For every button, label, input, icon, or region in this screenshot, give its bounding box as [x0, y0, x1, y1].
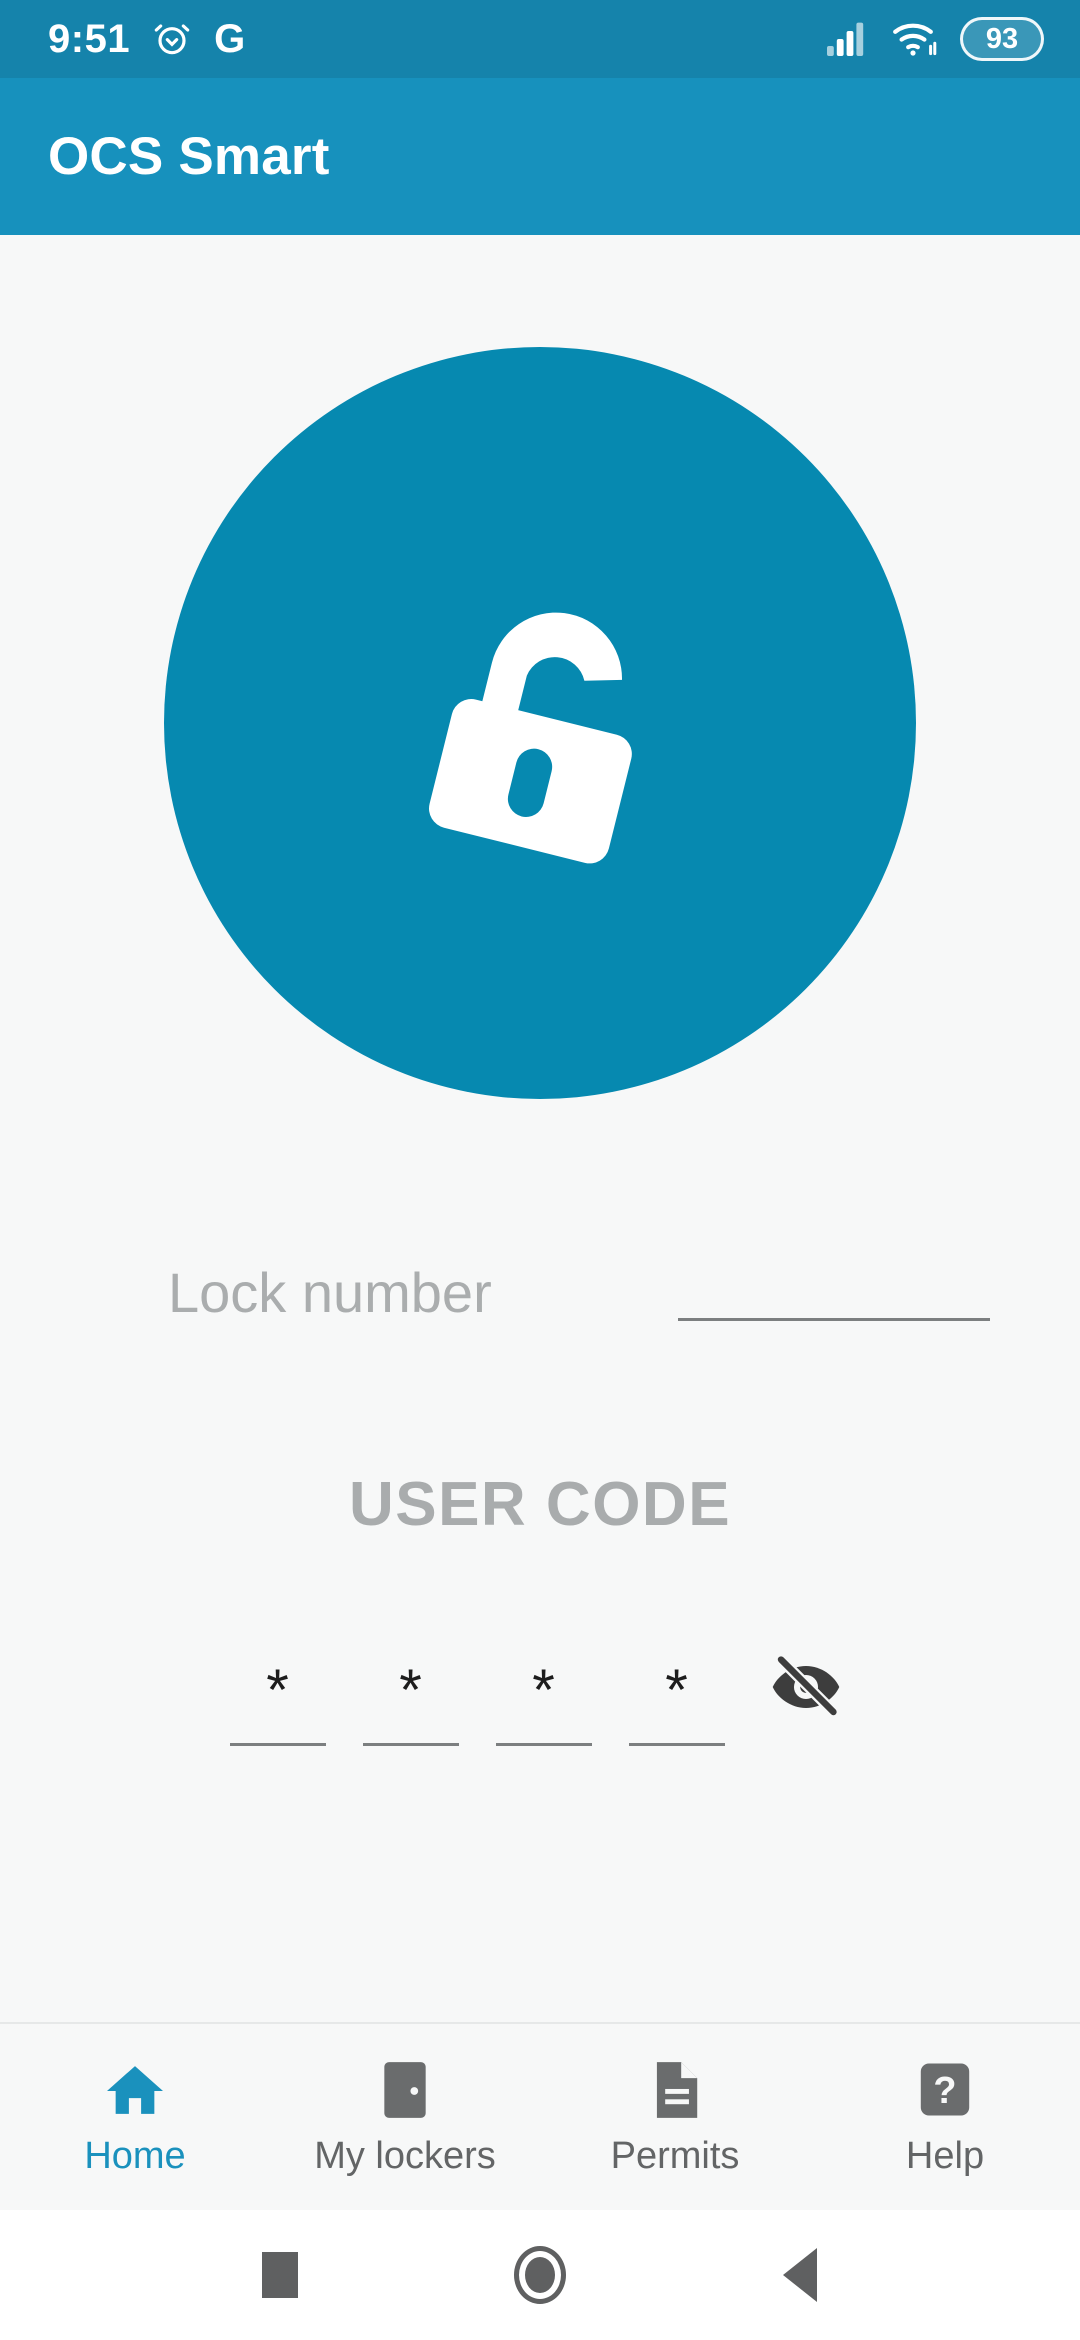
code-digit-4-char: *	[665, 1657, 688, 1723]
android-system-navigation	[0, 2210, 1080, 2340]
status-time: 9:51	[48, 17, 131, 61]
user-code-row: * * * *	[211, 1650, 869, 1746]
nav-item-help[interactable]: ? Help	[810, 2024, 1080, 2210]
eye-off-icon[interactable]	[743, 1650, 869, 1746]
phone-screen: 9:51 G 93 OCS Smart Lock number USER COD…	[0, 0, 1080, 2340]
back-button[interactable]	[740, 2215, 860, 2335]
code-digit-3[interactable]: *	[477, 1657, 610, 1746]
battery-indicator: 93	[960, 17, 1044, 61]
triangle-back-icon	[783, 2248, 817, 2302]
bottom-navigation: Home My lockers Permits ? Help	[0, 2022, 1080, 2210]
code-digit-2[interactable]: *	[344, 1657, 477, 1746]
lock-number-row: Lock number	[0, 1259, 1080, 1321]
status-bar: 9:51 G 93	[0, 0, 1080, 78]
google-icon: G	[214, 17, 246, 61]
code-digit-3-char: *	[532, 1657, 555, 1723]
document-icon	[648, 2059, 702, 2121]
nav-item-permits[interactable]: Permits	[540, 2024, 810, 2210]
svg-text:?: ?	[933, 2070, 956, 2112]
code-digit-1-underline	[229, 1743, 326, 1746]
nav-item-my-lockers-label: My lockers	[314, 2135, 496, 2177]
nav-item-home[interactable]: Home	[0, 2024, 270, 2210]
recents-button[interactable]	[220, 2215, 340, 2335]
open-padlock-icon	[375, 558, 705, 888]
code-digit-2-underline	[362, 1743, 459, 1746]
status-bar-right: 93	[826, 17, 1044, 61]
question-mark-icon: ?	[917, 2059, 973, 2121]
code-digit-1-char: *	[266, 1657, 289, 1723]
main-content: Lock number USER CODE * * * *	[0, 235, 1080, 2022]
unlock-button[interactable]	[164, 347, 916, 1099]
app-title: OCS Smart	[48, 127, 330, 186]
battery-percent: 93	[985, 22, 1019, 55]
nav-item-help-label: Help	[905, 2135, 985, 2177]
nav-item-my-lockers[interactable]: My lockers	[270, 2024, 540, 2210]
home-icon	[104, 2059, 166, 2121]
door-icon	[378, 2059, 432, 2121]
home-button[interactable]	[480, 2215, 600, 2335]
code-digit-1[interactable]: *	[211, 1657, 344, 1746]
nav-item-home-label: Home	[84, 2135, 186, 2177]
code-digit-2-char: *	[399, 1657, 422, 1723]
wifi-icon	[892, 21, 938, 57]
code-digit-3-underline	[495, 1743, 592, 1746]
app-bar: OCS Smart	[0, 78, 1080, 235]
code-digit-4-underline	[628, 1743, 725, 1746]
circle-home-icon	[514, 2246, 566, 2304]
nav-item-permits-label: Permits	[610, 2135, 740, 2177]
circle-home-icon-inner	[525, 2257, 555, 2293]
status-bar-left: 9:51 G	[48, 19, 245, 59]
square-recents-icon	[262, 2252, 298, 2298]
lock-number-label: Lock number	[168, 1261, 492, 1324]
alarm-clock-icon	[152, 19, 192, 59]
lock-number-input[interactable]	[678, 1259, 990, 1321]
cellular-signal-icon	[826, 21, 870, 57]
user-code-title: USER CODE	[348, 1470, 732, 1539]
code-digit-4[interactable]: *	[610, 1657, 743, 1746]
